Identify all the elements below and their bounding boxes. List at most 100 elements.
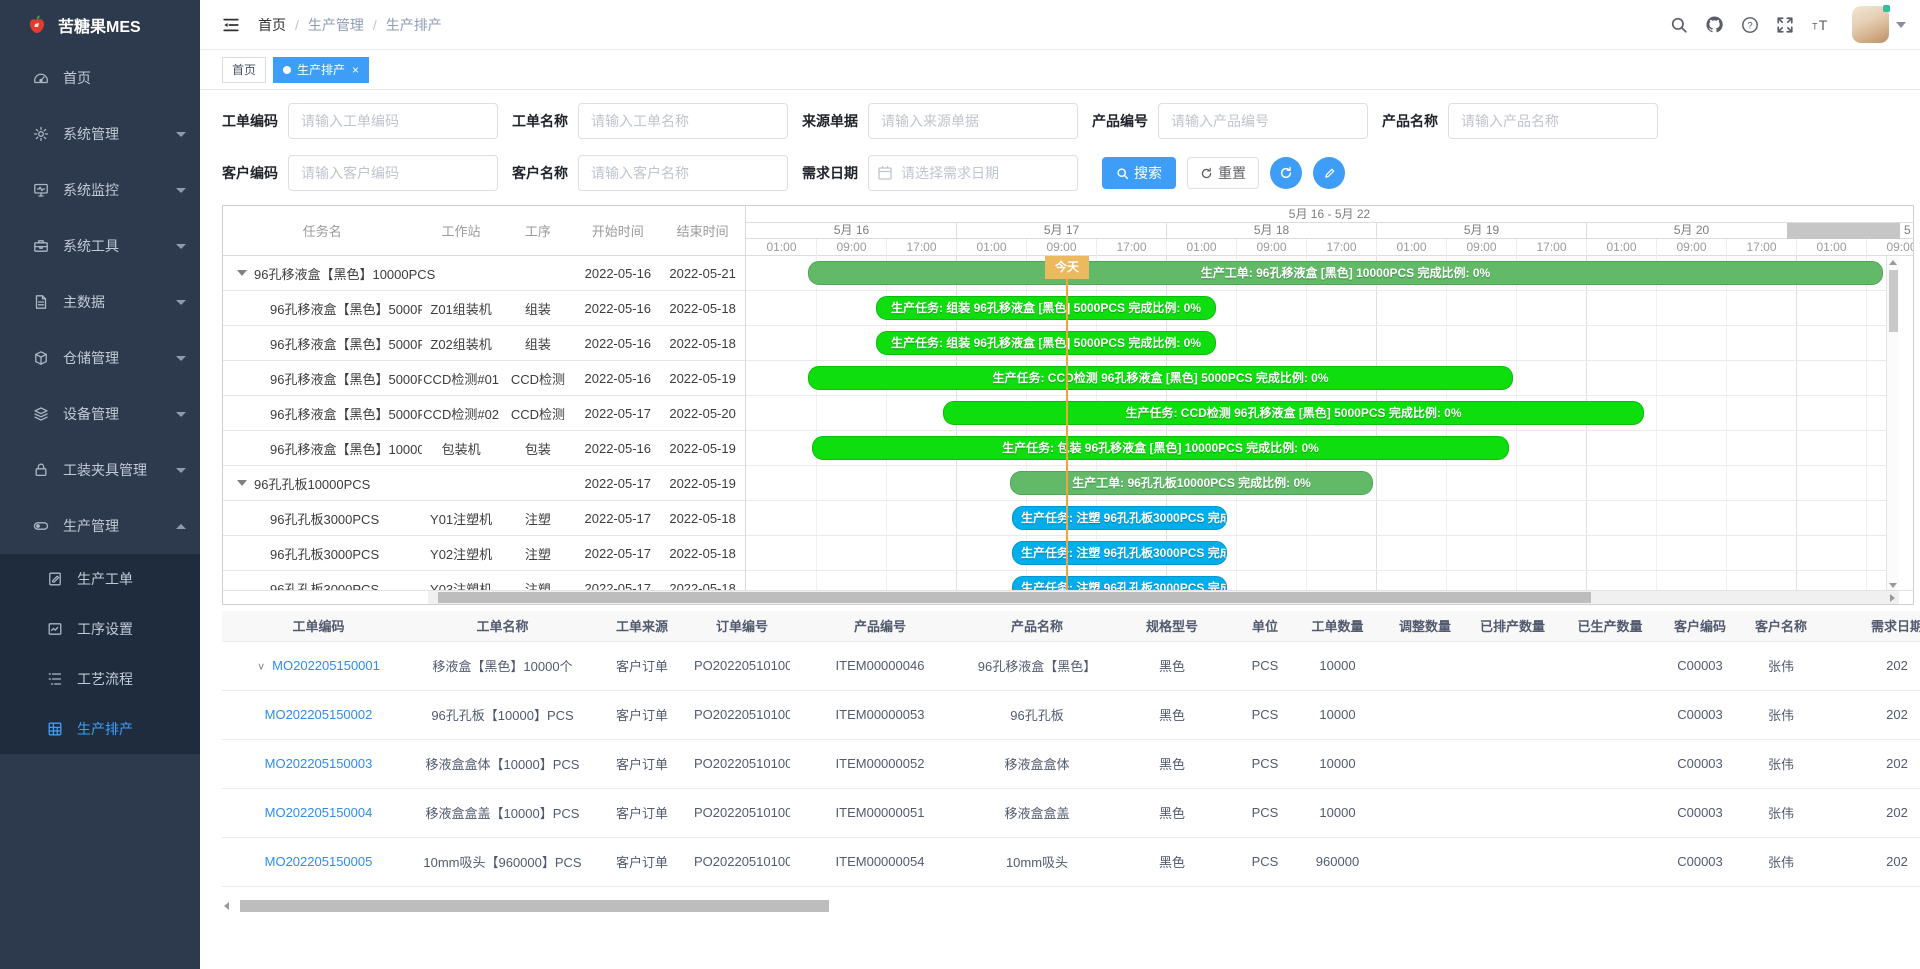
gear-icon — [32, 126, 50, 142]
filter-input-客户编码[interactable] — [288, 155, 498, 191]
sidebar-item-系统管理[interactable]: 系统管理 — [0, 106, 200, 162]
table-scroll-left-icon[interactable] — [224, 902, 229, 910]
gantt-bar[interactable]: 生产任务: 注塑 96孔孔板3000PCS 完成比例: 0% — [1012, 541, 1227, 565]
gantt-bar[interactable]: 生产任务: 组装 96孔移液盒 [黑色] 5000PCS 完成比例: 0% — [876, 296, 1216, 320]
github-icon[interactable] — [1705, 15, 1724, 34]
task-name-text: 96孔移液盒【黑色】5000PCS — [270, 334, 422, 353]
gantt-grid-row[interactable]: 96孔移液盒【黑色】5000PCSCCD检测#01CCD检测2022-05-16… — [223, 361, 745, 396]
table-cell: PCS — [1240, 837, 1290, 886]
filter-input-产品名称[interactable] — [1448, 103, 1658, 139]
gantt-horizontal-scrollbar[interactable] — [223, 590, 1913, 604]
breadcrumb-production[interactable]: 生产管理 — [308, 15, 364, 35]
gantt-column-结束时间: 结束时间 — [660, 221, 745, 240]
breadcrumb-home[interactable]: 首页 — [258, 15, 286, 35]
hamburger-icon[interactable] — [222, 16, 240, 34]
sidebar-item-主数据[interactable]: 主数据 — [0, 274, 200, 330]
collapse-triangle-icon[interactable] — [237, 480, 247, 486]
gantt-grid-row[interactable]: 96孔孔板3000PCSY03注塑机注塑2022-05-172022-05-18 — [223, 571, 745, 592]
sidebar-subitem-工艺流程[interactable]: 工艺流程 — [0, 654, 200, 704]
sidebar-item-系统监控[interactable]: 系统监控 — [0, 162, 200, 218]
gantt-grid-row[interactable]: 96孔移液盒【黑色】10000PCS包装机包装2022-05-162022-05… — [223, 431, 745, 466]
help-icon[interactable]: ? — [1741, 16, 1759, 34]
gantt-start-date: 2022-05-16 — [575, 301, 660, 316]
fullscreen-icon[interactable] — [1776, 16, 1794, 34]
work-order-link[interactable]: MO202205150005 — [265, 854, 373, 869]
filter-input-需求日期[interactable] — [868, 155, 1078, 191]
search-icon[interactable] — [1670, 16, 1688, 34]
filter-input-工单编码[interactable] — [288, 103, 498, 139]
table-row[interactable]: MO20220515000296孔孔板【10000】PCS客户订单PO20220… — [222, 690, 1920, 739]
avatar-caret-icon[interactable] — [1896, 22, 1906, 28]
refresh-button[interactable] — [1270, 157, 1302, 189]
sidebar-subitem-生产排产[interactable]: 生产排产 — [0, 704, 200, 754]
scroll-down-icon[interactable] — [1889, 583, 1897, 588]
sidebar-item-仓储管理[interactable]: 仓储管理 — [0, 330, 200, 386]
table-cell: 客户订单 — [590, 837, 694, 886]
sidebar-item-生产管理[interactable]: 生产管理 — [0, 498, 200, 554]
sidebar-subitem-生产工单[interactable]: 生产工单 — [0, 554, 200, 604]
chevron-down-icon — [176, 188, 186, 193]
scroll-up-icon[interactable] — [1889, 260, 1897, 265]
table-row[interactable]: MO202205150004移液盒盒盖【10000】PCS客户订单PO20220… — [222, 788, 1920, 837]
gantt-timeline-header: 5月 16 - 5月 22 5月 205月 195月 185月 175月 16 … — [746, 206, 1913, 256]
gantt-bar[interactable]: 生产任务: CCD检测 96孔移液盒 [黑色] 5000PCS 完成比例: 0% — [808, 366, 1513, 390]
chevron-down-icon — [176, 468, 186, 473]
filter-field-工单名称: 工单名称 — [512, 103, 802, 139]
table-header-工单数量: 工单数量 — [1290, 611, 1385, 641]
filter-input-工单名称[interactable] — [578, 103, 788, 139]
sidebar-item-系统工具[interactable]: 系统工具 — [0, 218, 200, 274]
gantt-bar[interactable]: 生产工单: 96孔孔板10000PCS 完成比例: 0% — [1010, 471, 1373, 495]
work-order-link[interactable]: MO202205150004 — [265, 805, 373, 820]
gantt-grid-header: 任务名工作站工序开始时间结束时间 — [223, 206, 745, 256]
filter-field-客户名称: 客户名称 — [512, 155, 802, 191]
sidebar-item-设备管理[interactable]: 设备管理 — [0, 386, 200, 442]
gantt-bar[interactable]: 生产工单: 96孔移液盒 [黑色] 10000PCS 完成比例: 0% — [808, 261, 1883, 285]
sidebar-item-工装夹具管理[interactable]: 工装夹具管理 — [0, 442, 200, 498]
scroll-right-icon[interactable] — [1890, 594, 1895, 602]
table-row[interactable]: MO20220515000510mm吸头【960000】PCS客户订单PO202… — [222, 837, 1920, 886]
gantt-grid-row[interactable]: 96孔移液盒【黑色】10000PCS2022-05-162022-05-21 — [223, 256, 745, 291]
avatar[interactable] — [1852, 6, 1889, 43]
table-cell: PO202205101001 — [694, 837, 790, 886]
table-hscroll-thumb[interactable] — [240, 900, 829, 912]
table-row[interactable]: ∨MO202205150001移液盒【黑色】10000个客户订单PO202205… — [222, 641, 1920, 690]
gantt-grid-row[interactable]: 96孔孔板3000PCSY01注塑机注塑2022-05-172022-05-18 — [223, 501, 745, 536]
tab-home[interactable]: 首页 — [222, 57, 266, 83]
gantt-bar[interactable]: 生产任务: 组装 96孔移液盒 [黑色] 5000PCS 完成比例: 0% — [876, 331, 1216, 355]
filter-input-来源单据[interactable] — [868, 103, 1078, 139]
gantt-grid-row[interactable]: 96孔移液盒【黑色】5000PCSZ01组装机组装2022-05-162022-… — [223, 291, 745, 326]
work-order-link[interactable]: MO202205150003 — [265, 756, 373, 771]
work-order-link[interactable]: MO202205150002 — [265, 707, 373, 722]
collapse-triangle-icon[interactable] — [237, 270, 247, 276]
filter-input-产品编号[interactable] — [1158, 103, 1368, 139]
tab-production-scheduling[interactable]: 生产排产 × — [273, 57, 369, 83]
filter-input-wrap — [578, 155, 788, 191]
gantt-grid-row[interactable]: 96孔孔板3000PCSY02注塑机注塑2022-05-172022-05-18 — [223, 536, 745, 571]
work-order-link[interactable]: MO202205150001 — [272, 658, 380, 673]
gantt-vertical-scrollbar[interactable] — [1886, 256, 1899, 592]
reset-button[interactable]: 重置 — [1187, 157, 1259, 189]
table-horizontal-scrollbar[interactable] — [222, 899, 1894, 913]
gantt-hscroll-thumb[interactable] — [438, 592, 1591, 603]
edit-button[interactable] — [1313, 157, 1345, 189]
table-cell — [1385, 690, 1465, 739]
sidebar-subitem-工序设置[interactable]: 工序设置 — [0, 604, 200, 654]
gantt-grid-row[interactable]: 96孔移液盒【黑色】5000PCSZ02组装机组装2022-05-162022-… — [223, 326, 745, 361]
font-size-icon[interactable]: TT — [1811, 16, 1831, 34]
gantt-bar[interactable]: 生产任务: CCD检测 96孔移液盒 [黑色] 5000PCS 完成比例: 0% — [943, 401, 1644, 425]
table-row[interactable]: MO202205150003移液盒盒体【10000】PCS客户订单PO20220… — [222, 739, 1920, 788]
row-expand-icon[interactable]: ∨ — [257, 661, 265, 673]
gantt-bar[interactable]: 生产任务: 注塑 96孔孔板3000PCS 完成比例: 0% — [1012, 506, 1227, 530]
gantt-bar[interactable]: 生产任务: 包装 96孔移液盒 [黑色] 10000PCS 完成比例: 0% — [812, 436, 1509, 460]
app-logo[interactable]: 苦糖果MES — [0, 0, 200, 50]
gantt-vscroll-thumb[interactable] — [1889, 270, 1898, 332]
filter-input-客户名称[interactable] — [578, 155, 788, 191]
table-cell: 张伟 — [1740, 788, 1822, 837]
gantt-grid-row[interactable]: 96孔孔板10000PCS2022-05-172022-05-19 — [223, 466, 745, 501]
gantt-grid-row[interactable]: 96孔移液盒【黑色】5000PCSCCD检测#02CCD检测2022-05-17… — [223, 396, 745, 431]
sidebar-item-首页[interactable]: 首页 — [0, 50, 200, 106]
gantt-end-date: 2022-05-18 — [660, 546, 745, 561]
gantt-start-date: 2022-05-17 — [575, 406, 660, 421]
tab-close-icon[interactable]: × — [352, 64, 359, 76]
search-button[interactable]: 搜索 — [1102, 157, 1176, 189]
